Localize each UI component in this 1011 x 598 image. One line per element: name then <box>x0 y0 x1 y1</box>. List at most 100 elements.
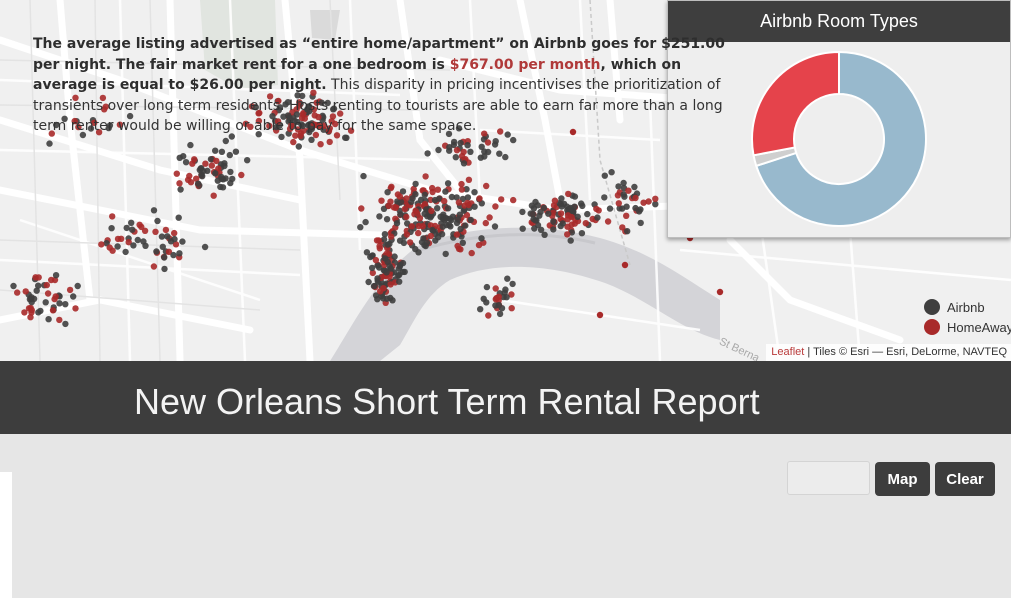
listing-marker[interactable] <box>550 226 557 233</box>
listing-marker[interactable] <box>458 180 465 188</box>
listing-marker[interactable] <box>444 205 452 212</box>
listing-marker[interactable] <box>615 200 622 207</box>
listing-marker[interactable] <box>401 205 409 213</box>
listing-marker[interactable] <box>142 242 149 249</box>
listing-marker[interactable] <box>52 272 60 279</box>
listing-marker[interactable] <box>56 300 63 307</box>
listing-marker[interactable] <box>244 157 251 164</box>
listing-marker[interactable] <box>464 142 471 149</box>
listing-marker[interactable] <box>624 228 631 235</box>
listing-marker[interactable] <box>429 184 436 192</box>
listing-marker[interactable] <box>567 204 574 212</box>
listing-marker[interactable] <box>226 151 233 159</box>
leaflet-link[interactable]: Leaflet <box>771 346 804 358</box>
listing-marker[interactable] <box>376 213 383 220</box>
listing-marker[interactable] <box>428 207 435 215</box>
listing-marker[interactable] <box>564 231 571 238</box>
listing-marker[interactable] <box>362 218 369 226</box>
listing-marker[interactable] <box>495 302 502 309</box>
listing-marker[interactable] <box>446 144 453 151</box>
listing-marker[interactable] <box>403 213 410 221</box>
listing-marker[interactable] <box>412 180 419 188</box>
listing-marker[interactable] <box>158 233 166 240</box>
listing-marker[interactable] <box>601 172 608 179</box>
listing-marker[interactable] <box>35 282 42 289</box>
listing-marker[interactable] <box>202 160 209 167</box>
listing-marker[interactable] <box>435 146 442 154</box>
listing-marker[interactable] <box>141 227 149 234</box>
listing-marker[interactable] <box>403 231 411 238</box>
listing-marker[interactable] <box>621 261 629 269</box>
listing-marker[interactable] <box>153 248 160 255</box>
listing-marker[interactable] <box>502 286 509 293</box>
listing-marker[interactable] <box>408 223 415 230</box>
listing-marker[interactable] <box>365 278 372 286</box>
listing-marker[interactable] <box>519 208 526 216</box>
listing-marker[interactable] <box>478 235 485 242</box>
listing-marker[interactable] <box>531 225 538 232</box>
search-input[interactable] <box>787 461 870 495</box>
listing-marker[interactable] <box>483 283 491 291</box>
listing-marker[interactable] <box>550 218 557 225</box>
listing-marker[interactable] <box>363 249 371 256</box>
listing-marker[interactable] <box>485 312 492 319</box>
listing-marker[interactable] <box>550 202 558 209</box>
listing-marker[interactable] <box>49 307 57 314</box>
listing-marker[interactable] <box>308 136 315 143</box>
listing-marker[interactable] <box>504 275 511 282</box>
listing-marker[interactable] <box>177 186 184 193</box>
listing-marker[interactable] <box>414 210 421 217</box>
listing-marker[interactable] <box>406 239 414 246</box>
listing-marker[interactable] <box>632 194 639 202</box>
listing-marker[interactable] <box>467 216 474 224</box>
listing-marker[interactable] <box>290 138 297 146</box>
listing-marker[interactable] <box>52 293 59 300</box>
listing-marker[interactable] <box>623 212 630 219</box>
listing-marker[interactable] <box>519 225 526 232</box>
listing-marker[interactable] <box>468 249 475 257</box>
listing-marker[interactable] <box>170 251 177 259</box>
listing-marker[interactable] <box>395 272 402 279</box>
listing-marker[interactable] <box>221 162 228 170</box>
listing-marker[interactable] <box>571 193 579 200</box>
listing-marker[interactable] <box>492 203 499 210</box>
listing-marker[interactable] <box>637 219 644 227</box>
listing-marker[interactable] <box>162 226 170 234</box>
listing-marker[interactable] <box>482 219 489 227</box>
listing-marker[interactable] <box>387 281 394 288</box>
listing-marker[interactable] <box>62 301 69 308</box>
listing-marker[interactable] <box>213 157 220 165</box>
listing-marker[interactable] <box>376 245 383 252</box>
listing-marker[interactable] <box>429 226 436 234</box>
listing-marker[interactable] <box>171 229 178 237</box>
listing-marker[interactable] <box>375 237 382 244</box>
listing-marker[interactable] <box>179 238 186 245</box>
listing-marker[interactable] <box>22 288 29 295</box>
listing-marker[interactable] <box>439 223 446 230</box>
listing-marker[interactable] <box>464 194 472 201</box>
listing-marker[interactable] <box>476 195 483 202</box>
listing-marker[interactable] <box>388 233 395 240</box>
listing-marker[interactable] <box>453 231 461 238</box>
listing-marker[interactable] <box>584 210 591 218</box>
listing-marker[interactable] <box>56 316 63 324</box>
listing-marker[interactable] <box>442 188 449 195</box>
listing-marker[interactable] <box>422 173 429 180</box>
listing-marker[interactable] <box>557 210 565 217</box>
listing-marker[interactable] <box>608 169 615 176</box>
listing-marker[interactable] <box>154 217 161 225</box>
listing-marker[interactable] <box>452 154 459 161</box>
listing-marker[interactable] <box>477 306 484 313</box>
listing-marker[interactable] <box>195 180 202 187</box>
listing-marker[interactable] <box>509 280 516 288</box>
listing-marker[interactable] <box>443 215 450 222</box>
listing-marker[interactable] <box>582 220 589 227</box>
listing-marker[interactable] <box>480 295 487 302</box>
listing-marker[interactable] <box>380 295 387 302</box>
listing-marker[interactable] <box>98 241 105 248</box>
listing-marker[interactable] <box>152 228 159 235</box>
listing-marker[interactable] <box>623 203 630 210</box>
listing-marker[interactable] <box>502 153 509 161</box>
listing-marker[interactable] <box>391 253 398 260</box>
listing-marker[interactable] <box>565 190 572 198</box>
